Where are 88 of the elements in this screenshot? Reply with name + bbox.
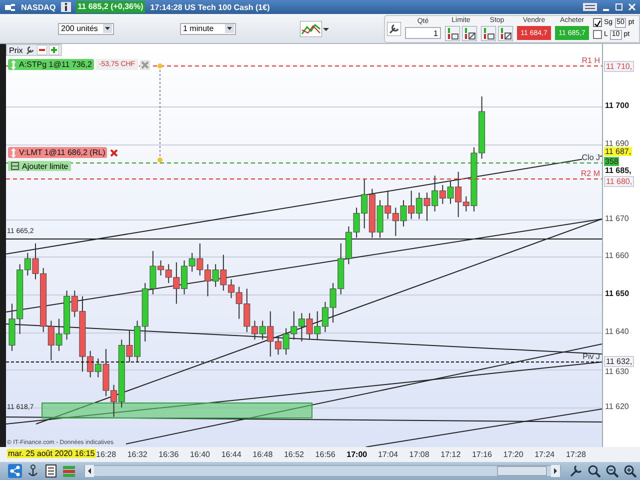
time-tick-label: 16:40 [190,450,210,459]
order-edit-icon[interactable] [498,26,513,40]
price-tick-label: 11 640 [605,327,629,336]
price-tick-label: 11 660 [605,251,629,260]
close-icon[interactable] [109,148,120,158]
anchor-icon[interactable] [26,464,40,478]
price-tag: 11 687, [604,147,632,156]
limit-icon[interactable] [11,162,19,170]
scroll-right-icon[interactable] [551,465,560,477]
time-tick-label: 16:52 [284,450,304,459]
wrench-icon[interactable] [569,464,583,478]
level-label: Clo J [582,153,600,162]
document-icon[interactable] [44,464,58,478]
keyboard-icon[interactable] [583,2,597,12]
time-tick-label: 16:28 [96,450,116,459]
line-chart-icon[interactable] [300,20,322,36]
zoom-in-icon[interactable] [623,464,637,478]
trend-line[interactable] [6,416,602,422]
price-tick-label: 11 700 [605,101,630,110]
price-tick-label: 11 690 [605,139,629,148]
price-tag: 358 [604,157,620,166]
price-tag: 11 685, [604,166,632,175]
maximize-icon[interactable] [615,2,623,12]
wrench-icon[interactable] [387,22,401,36]
horizontal-scrollbar[interactable] [84,465,561,477]
add-icon[interactable] [48,45,59,55]
order-form-icon[interactable] [445,26,460,40]
time-tick-label: 16:44 [221,450,242,459]
close-icon[interactable] [140,60,150,70]
time-tick-label: 17:00 [346,450,368,459]
trend-line[interactable] [36,218,602,424]
order-edit-icon[interactable] [462,26,477,40]
time-tick-label: 17:16 [472,450,492,459]
time-tick-label: 16:48 [252,450,273,459]
time-tick-label: 16:56 [315,450,336,459]
time-tick-label: 17:08 [409,450,430,459]
dropdown-arrow-icon[interactable] [103,24,112,33]
order-handle[interactable] [158,64,162,68]
zoom-fit-icon[interactable] [587,464,601,478]
remove-icon[interactable] [36,45,47,55]
date-label: mar. 25 août 2020 16:15 [7,449,96,458]
drag-handle-icon[interactable] [10,60,17,70]
trend-line[interactable] [6,218,602,312]
zoom-out-icon[interactable] [605,464,619,478]
order-form-icon[interactable] [481,26,496,40]
level-label: R2 M [580,169,600,178]
interval-dropdown[interactable]: 1 minute [180,22,236,34]
price-tag: 11 632, [604,356,634,367]
price-tick-label: 11 630 [605,367,629,376]
add-limit-button[interactable]: Ajouter limite [8,161,72,171]
instrument-description: 17:14:28 US Tech 100 Cash (1€) [150,2,270,12]
scroll-left-icon[interactable] [85,465,94,477]
time-tick-label: 17:24 [534,450,555,459]
order-handle[interactable] [158,158,162,162]
level-label: R1 H [582,56,600,65]
dropdown-arrow-icon[interactable] [225,24,234,33]
price-tick-label: 11 650 [605,289,630,298]
indicator-button[interactable] [300,20,329,36]
scrollbar-thumb[interactable] [497,466,547,476]
checkbox[interactable] [593,30,602,39]
info-icon[interactable] [60,2,71,12]
instrument-name[interactable]: NASDAQ [21,2,56,12]
trend-line[interactable] [6,362,602,424]
quantity-field[interactable]: 1 [405,27,441,39]
price-quote: 11 685,2 (+0,36%) [76,1,146,13]
trend-line[interactable] [126,344,602,444]
time-tick-label: 17:20 [503,450,524,459]
time-tick-label: 16:36 [158,450,179,459]
order-tag[interactable]: V:LMT 1@11 686,2 (RL) [8,147,108,158]
price-label: Prix [9,46,23,54]
wrench-icon[interactable] [24,45,35,55]
units-dropdown[interactable]: 200 unités [58,22,114,34]
time-tick-label: 17:04 [378,450,398,459]
plug-icon[interactable] [4,1,16,13]
trend-line[interactable] [6,156,602,254]
price-tick-label: 11 670 [605,214,629,223]
level-label: Piv J [582,352,600,361]
price-tag: 11 680, [604,176,634,187]
trend-line[interactable] [6,324,602,354]
share-icon[interactable] [8,464,22,478]
price-tag: 11 710, [604,61,634,72]
time-tick-label: 17:12 [440,450,461,459]
order-tag[interactable]: A:STPg 1@11 736,2 [8,59,94,70]
time-tick-label: 17:28 [566,450,586,459]
trend-line[interactable] [366,408,602,447]
price-tick-label: 11 620 [605,402,629,411]
time-tick-label: 16:32 [127,450,148,459]
drag-handle-icon[interactable] [10,148,17,158]
